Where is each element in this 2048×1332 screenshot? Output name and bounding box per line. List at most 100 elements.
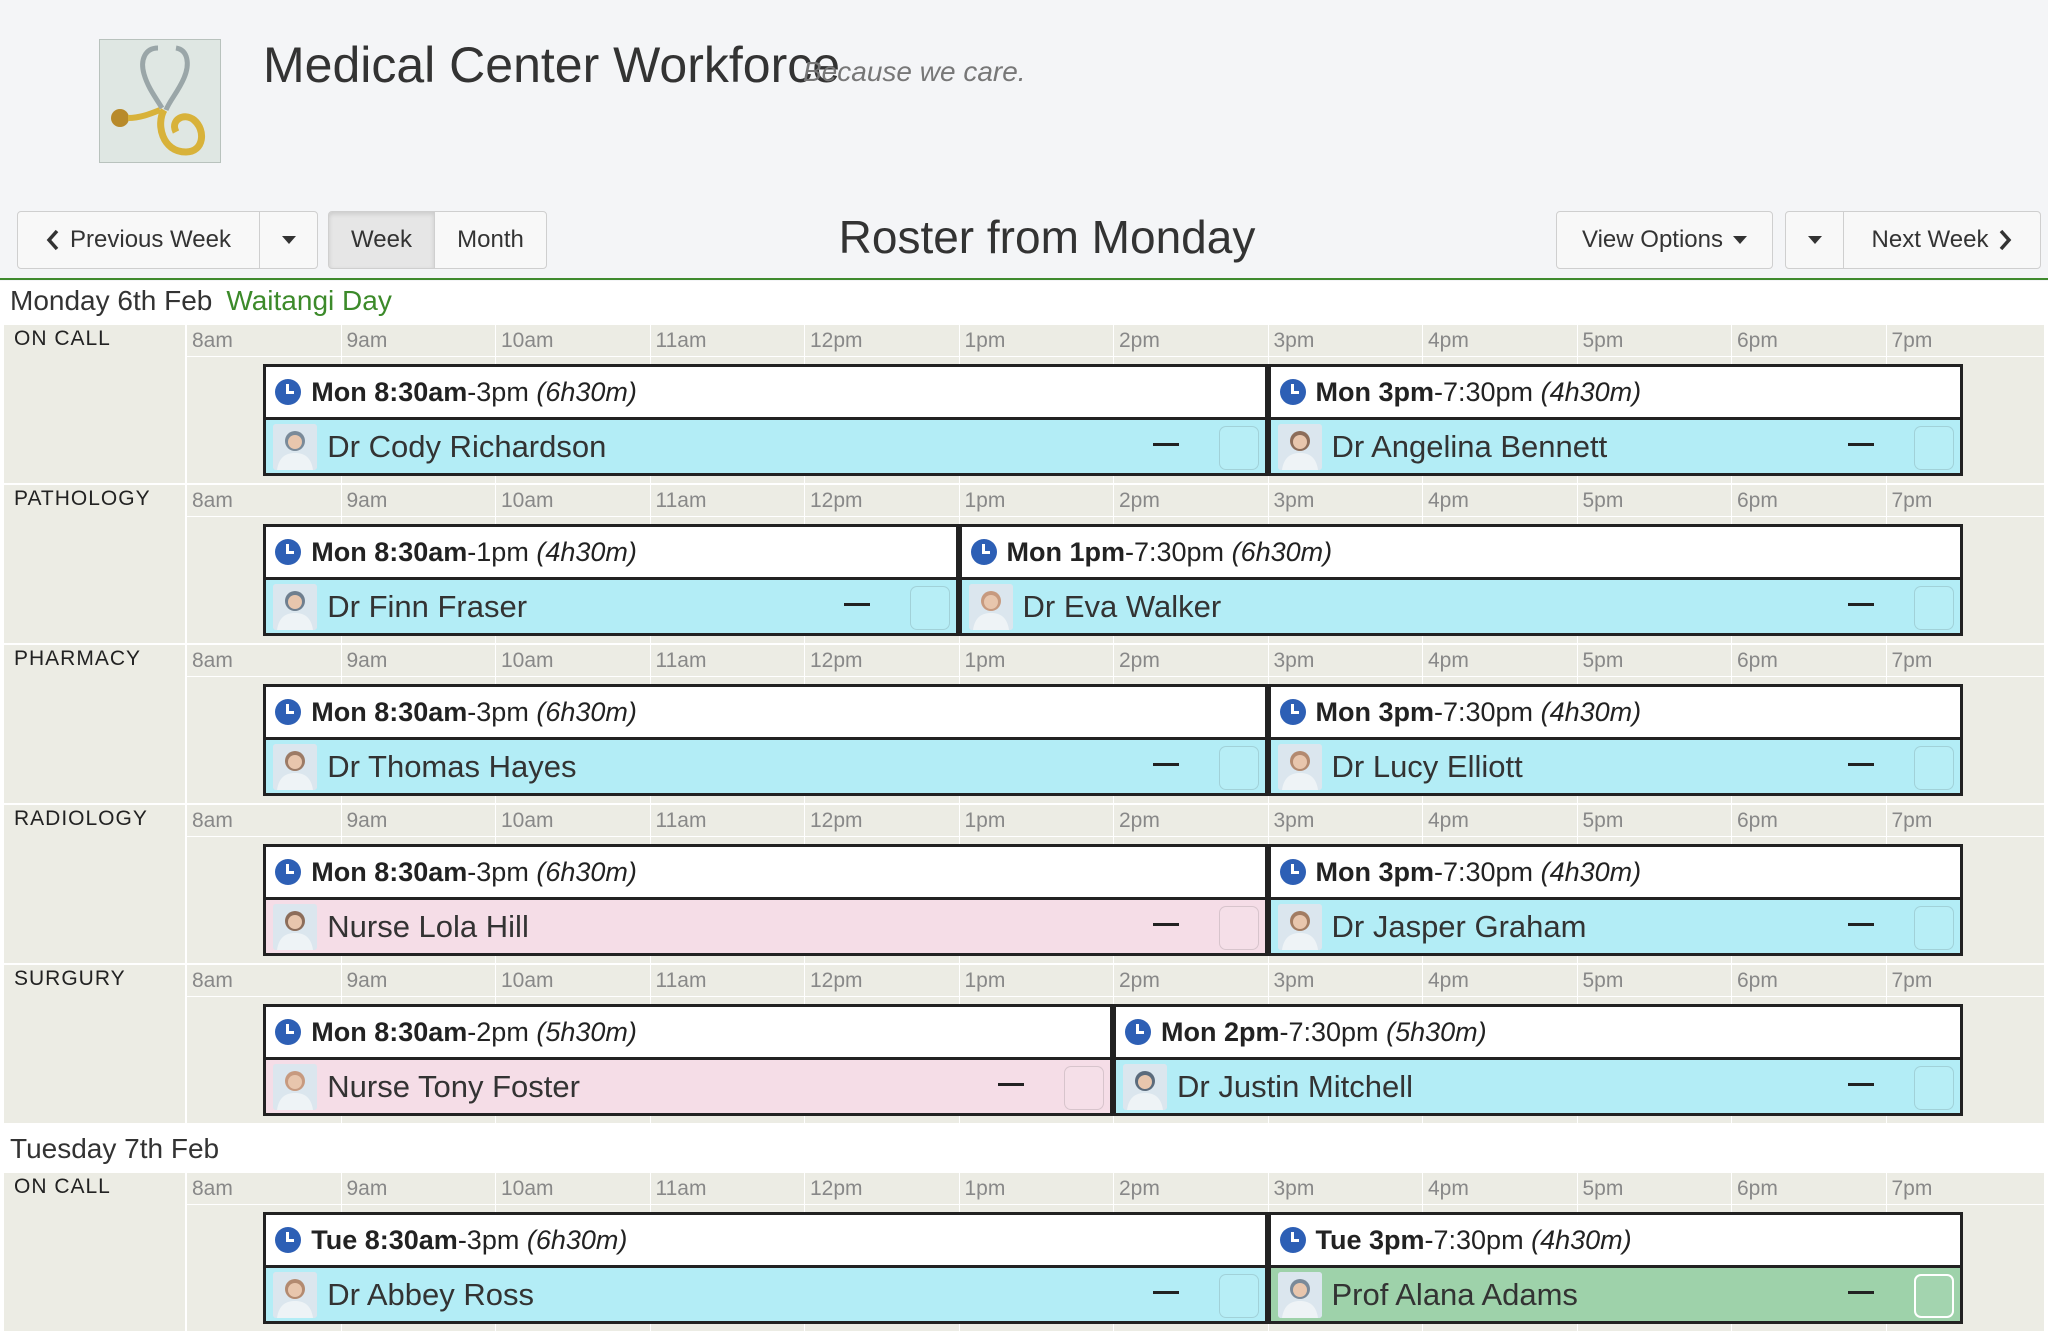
shift-person[interactable]: Dr Jasper Graham bbox=[1270, 900, 1960, 953]
shift-end: -3pm bbox=[457, 1224, 520, 1255]
shift-time[interactable]: Tue 8:30am -3pm (6h30m) bbox=[266, 1215, 1265, 1268]
clock-icon bbox=[275, 859, 302, 885]
shift-person[interactable]: Dr Eva Walker bbox=[961, 580, 1960, 633]
minus-icon[interactable] bbox=[1847, 443, 1874, 446]
person-name: Dr Jasper Graham bbox=[1331, 908, 1587, 944]
minus-icon[interactable] bbox=[1847, 763, 1874, 766]
shift-person[interactable]: Dr Angelina Bennett bbox=[1270, 420, 1960, 473]
shift-start: Mon 2pm bbox=[1161, 1016, 1280, 1047]
minus-icon[interactable] bbox=[1152, 443, 1179, 446]
shift-person[interactable]: Dr Finn Fraser bbox=[266, 580, 956, 633]
minus-icon[interactable] bbox=[1152, 1291, 1179, 1294]
shift-card[interactable]: Mon 8:30am -3pm (6h30m) Nurse Lola Hill bbox=[263, 844, 1268, 956]
shift-person[interactable]: Nurse Lola Hill bbox=[266, 900, 1265, 953]
shift-card[interactable]: Mon 3pm -7:30pm (4h30m) Dr Jasper Graham bbox=[1267, 844, 1963, 956]
previous-week-dropdown-button[interactable] bbox=[259, 211, 318, 269]
avatar bbox=[273, 423, 318, 470]
shift-duration: (4h30m) bbox=[1540, 376, 1642, 407]
shift-time[interactable]: Mon 8:30am -3pm (6h30m) bbox=[266, 847, 1265, 900]
shift-time[interactable]: Mon 3pm -7:30pm (4h30m) bbox=[1270, 847, 1960, 900]
shift-duration: (4h30m) bbox=[1540, 856, 1642, 887]
shift-person[interactable]: Dr Thomas Hayes bbox=[266, 740, 1265, 793]
confirm-checkbox[interactable] bbox=[1913, 1066, 1954, 1110]
view-options-button[interactable]: View Options bbox=[1556, 211, 1773, 269]
shift-person[interactable]: Dr Cody Richardson bbox=[266, 420, 1265, 473]
person-name: Dr Thomas Hayes bbox=[327, 748, 577, 784]
confirm-checkbox[interactable] bbox=[1218, 746, 1259, 790]
shift-duration: (4h30m) bbox=[1531, 1224, 1632, 1255]
shift-end: -3pm bbox=[467, 376, 529, 407]
avatar bbox=[273, 1063, 318, 1110]
clock-icon bbox=[1279, 859, 1306, 885]
minus-icon[interactable] bbox=[1847, 1083, 1874, 1086]
shift-card[interactable]: Mon 8:30am -1pm (4h30m) Dr Finn Fraser bbox=[263, 524, 959, 636]
minus-icon[interactable] bbox=[1847, 923, 1874, 926]
shift-card[interactable]: Tue 8:30am -3pm (6h30m) Dr Abbey Ross bbox=[263, 1212, 1268, 1324]
minus-icon[interactable] bbox=[1152, 923, 1179, 926]
confirm-checkbox[interactable] bbox=[1913, 586, 1954, 630]
shift-person[interactable]: Dr Justin Mitchell bbox=[1116, 1060, 1960, 1113]
next-week-button[interactable]: Next Week bbox=[1843, 211, 2041, 269]
confirm-checkbox[interactable] bbox=[1913, 906, 1954, 950]
person-name: Dr Abbey Ross bbox=[327, 1276, 535, 1312]
minus-icon[interactable] bbox=[1847, 603, 1874, 606]
minus-icon[interactable] bbox=[1152, 763, 1179, 766]
shift-person[interactable]: Prof Alana Adams bbox=[1270, 1268, 1960, 1321]
confirm-checkbox[interactable] bbox=[1218, 1274, 1259, 1318]
previous-week-button[interactable]: Previous Week bbox=[17, 211, 260, 269]
clock-icon bbox=[970, 539, 997, 565]
department-row: PATHOLOGY 8am 9am 10am 11am 12pm 1pm 2pm 3pm 4pm 5… bbox=[4, 485, 2045, 643]
avatar bbox=[273, 583, 318, 630]
person-name: Dr Angelina Bennett bbox=[1331, 428, 1608, 464]
timeline: 8am 9am 10am 11am 12pm 1pm 2pm 3pm 4pm 5pm 6pm 7pm M… bbox=[185, 645, 2045, 803]
timeline: 8am 9am 10am 11am 12pm 1pm 2pm 3pm 4pm 5pm 6pm 7pm M… bbox=[185, 805, 2045, 963]
department-row: ON CALL 8am 9am 10am 11am 12pm 1pm 2pm 3pm 4pm 5pm… bbox=[4, 325, 2045, 483]
minus-icon[interactable] bbox=[998, 1083, 1024, 1086]
shift-card[interactable]: Tue 3pm -7:30pm (4h30m) Prof Alana Adams bbox=[1267, 1212, 1963, 1324]
shift-time[interactable]: Mon 1pm -7:30pm (6h30m) bbox=[961, 527, 1960, 580]
shift-start: Mon 3pm bbox=[1315, 856, 1435, 887]
week-view-button[interactable]: Week bbox=[328, 211, 435, 269]
shift-time[interactable]: Tue 3pm -7:30pm (4h30m) bbox=[1270, 1215, 1960, 1268]
avatar bbox=[1123, 1063, 1167, 1110]
next-week-dropdown-button[interactable] bbox=[1785, 211, 1844, 269]
shift-time[interactable]: Mon 3pm -7:30pm (4h30m) bbox=[1270, 687, 1960, 740]
confirm-checkbox[interactable] bbox=[909, 586, 950, 630]
shift-time[interactable]: Mon 8:30am -3pm (6h30m) bbox=[266, 367, 1265, 420]
shift-card[interactable]: Mon 8:30am -3pm (6h30m) Dr Thomas Hayes bbox=[263, 684, 1268, 796]
clock-icon bbox=[1279, 379, 1306, 405]
shift-card[interactable]: Mon 3pm -7:30pm (4h30m) Dr Lucy Elliott bbox=[1267, 684, 1963, 796]
shift-time[interactable]: Mon 3pm -7:30pm (4h30m) bbox=[1270, 367, 1960, 420]
shift-card[interactable]: Mon 8:30am -3pm (6h30m) Dr Cody Richardson bbox=[263, 364, 1268, 476]
confirm-checkbox[interactable] bbox=[1913, 746, 1954, 790]
month-view-button[interactable]: Month bbox=[434, 211, 547, 269]
department-label: ON CALL bbox=[14, 327, 111, 350]
shift-card[interactable]: Mon 2pm -7:30pm (5h30m) Dr Justin Mitchell bbox=[1113, 1004, 1963, 1116]
person-name: Dr Cody Richardson bbox=[327, 428, 607, 464]
caret-down-icon bbox=[1732, 236, 1747, 244]
confirm-checkbox[interactable] bbox=[1218, 426, 1259, 470]
confirm-checkbox[interactable] bbox=[1913, 1274, 1954, 1318]
shift-time[interactable]: Mon 2pm -7:30pm (5h30m) bbox=[1116, 1007, 1960, 1060]
confirm-checkbox[interactable] bbox=[1218, 906, 1259, 950]
minus-icon[interactable] bbox=[843, 603, 870, 606]
day-title: Tuesday 7th Feb bbox=[10, 1133, 220, 1164]
shift-person[interactable]: Dr Lucy Elliott bbox=[1270, 740, 1960, 793]
shift-duration: (6h30m) bbox=[536, 856, 637, 887]
shift-duration: (6h30m) bbox=[1231, 536, 1333, 567]
shift-time[interactable]: Mon 8:30am -2pm (5h30m) bbox=[266, 1007, 1110, 1060]
person-name: Dr Lucy Elliott bbox=[1331, 748, 1523, 784]
shift-time[interactable]: Mon 8:30am -3pm (6h30m) bbox=[266, 687, 1265, 740]
shift-time[interactable]: Mon 8:30am -1pm (4h30m) bbox=[266, 527, 956, 580]
shift-card[interactable]: Mon 1pm -7:30pm (6h30m) Dr Eva Walker bbox=[958, 524, 1963, 636]
confirm-checkbox[interactable] bbox=[1913, 426, 1954, 470]
minus-icon[interactable] bbox=[1847, 1291, 1874, 1294]
shift-card[interactable]: Mon 3pm -7:30pm (4h30m) Dr Angelina Bennet… bbox=[1267, 364, 1963, 476]
shift-person[interactable]: Dr Abbey Ross bbox=[266, 1268, 1265, 1321]
shift-person[interactable]: Nurse Tony Foster bbox=[266, 1060, 1110, 1113]
confirm-checkbox[interactable] bbox=[1064, 1066, 1104, 1110]
shift-card[interactable]: Mon 8:30am -2pm (5h30m) Nurse Tony Foster bbox=[263, 1004, 1113, 1116]
shift-start: Tue 3pm bbox=[1315, 1224, 1425, 1255]
shift-end: -3pm bbox=[467, 856, 529, 887]
shift-duration: (4h30m) bbox=[536, 536, 637, 567]
